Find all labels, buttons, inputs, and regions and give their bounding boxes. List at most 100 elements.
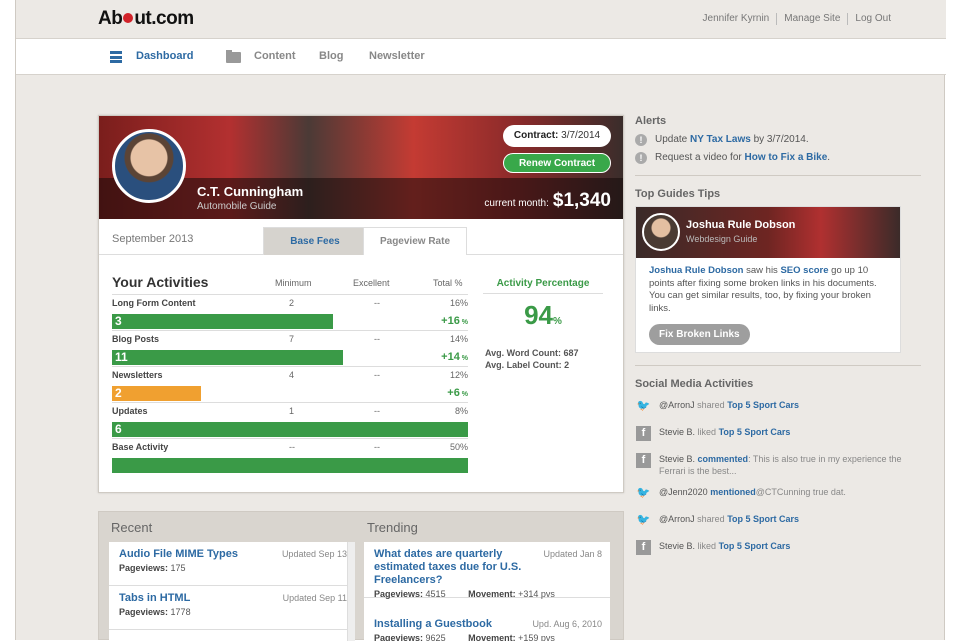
activity-total: 14% [449,334,468,344]
social-title: Social Media Activities [635,378,754,390]
social-target-link[interactable]: Top 5 Sport Cars [719,427,791,437]
list-item[interactable]: Installing a Guestbook Upd. Aug 6, 2010 … [364,612,610,641]
nav-newsletter[interactable]: Newsletter [369,50,425,62]
activity-minimum: 2 [289,298,295,308]
renew-contract-button[interactable]: Renew Contract [503,153,611,173]
activity-excellent: -- [374,370,380,380]
alert-link[interactable]: How to Fix a Bike [745,152,828,163]
social-target-link[interactable]: mentioned [710,487,756,497]
nav-blog[interactable]: Blog [319,50,343,62]
activity-delta: +14 % [441,351,468,363]
activity-delta: +6 % [447,387,468,399]
profile-card: C.T. Cunningham Automobile Guide Contrac… [98,115,624,493]
item-date: Updated Jan 8 [543,549,602,559]
avg-word-count: Avg. Word Count: 687 [485,348,579,358]
activity-excellent: -- [374,406,380,416]
facebook-icon: f [636,426,651,441]
social-target-link[interactable]: Top 5 Sport Cars [719,541,791,551]
social-user: @ArronJ [659,400,695,410]
twitter-icon: 🐦 [636,514,651,526]
tips-title: Top Guides Tips [635,188,721,200]
activity-minimum: 7 [289,334,295,344]
contract-label: Contract: [513,130,559,141]
percentage-title: Activity Percentage [483,278,603,294]
col-minimum: Minimum [275,278,312,288]
profile-role: Automobile Guide [197,201,277,212]
tab-pageview-rate[interactable]: Pageview Rate [363,227,467,255]
tip-body: Joshua Rule Dobson saw his SEO score go … [649,265,894,315]
activity-delta: +16 % [441,315,468,327]
recent-scrollbar[interactable] [347,542,355,641]
trending-list[interactable]: What dates are quarterly estimated taxes… [364,542,610,641]
social-user: @Jenn2020 [659,487,708,497]
fix-broken-links-button[interactable]: Fix Broken Links [649,324,750,345]
nav-content[interactable]: Content [254,50,296,62]
social-target-link[interactable]: Top 5 Sport Cars [727,400,799,410]
social-target-link[interactable]: commented [698,454,749,464]
recent-trending-panel: Recent Trending Audio File MIME Types Up… [98,511,624,641]
social-action: liked [697,541,717,551]
pageviews-label: Pageviews: [119,563,169,573]
percentage-unit: % [553,316,562,327]
item-date: Upd. Aug 6, 2010 [532,619,602,629]
activity-percentage: Activity Percentage 94% [483,278,603,331]
log-out-link[interactable]: Log Out [847,13,898,25]
social-user: Stevie B. [659,454,696,464]
social-item: f Stevie B. liked Top 5 Sport Cars [635,426,921,444]
activity-row: Updates 1 -- 8% 6 [112,402,468,438]
divider [635,365,921,366]
list-item[interactable]: What dates are quarterly estimated taxes… [364,542,610,599]
item-title[interactable]: What dates are quarterly estimated taxes… [374,548,524,587]
item-meta: Pageviews: 1778 [119,607,345,617]
tab-base-fees[interactable]: Base Fees [263,227,367,255]
activity-label: Long Form Content [112,298,196,308]
social-action: shared [697,514,725,524]
dashboard-icon[interactable] [110,51,122,63]
twitter-icon: 🐦 [636,400,651,412]
list-item[interactable]: Tabs in HTML Updated Sep 11 Pageviews: 1… [109,586,355,630]
delta-value: +14 [441,351,460,363]
tip-guide-link[interactable]: Joshua Rule Dobson [649,265,743,276]
percentage-value: 94% [483,300,603,331]
item-date: Updated Sep 11 [282,593,347,603]
avatar [112,129,186,203]
activity-excellent: -- [374,442,380,452]
social-user: @ArronJ [659,514,695,524]
about-logo[interactable]: Ab ut.com [98,8,194,30]
contract-badge: Contract: 3/7/2014 [503,125,611,147]
folder-icon[interactable] [226,50,241,63]
activity-total: 8% [454,406,468,416]
recent-list[interactable]: Audio File MIME Types Updated Sep 13 Pag… [109,542,355,641]
top-links: Jennifer Kyrnin Manage Site Log Out [696,13,898,25]
col-excellent: Excellent [353,278,390,288]
col-total: Total % [433,278,463,288]
social-item: f Stevie B. commented: This is also true … [635,453,921,477]
alert-link[interactable]: NY Tax Laws [690,134,751,145]
delta-value: +6 [447,387,460,399]
activity-row: Newsletters 4 -- 12% 2 +6 % [112,366,468,402]
social-target-link[interactable]: Top 5 Sport Cars [727,514,799,524]
nav-dashboard[interactable]: Dashboard [136,50,193,62]
delta-unit: % [459,355,468,362]
activity-minimum: 4 [289,370,295,380]
user-name-link[interactable]: Jennifer Kyrnin [696,13,777,25]
facebook-icon: f [636,540,651,555]
current-month: current month: $1,340 [484,190,611,212]
social-user: Stevie B. [659,427,696,437]
pageviews-label: Pageviews: [374,589,424,599]
rate-tabs: September 2013 Base Fees Pageview Rate [99,219,623,255]
manage-site-link[interactable]: Manage Site [776,13,847,25]
activity-row: Long Form Content 2 -- 16% 3 +16 % [112,294,468,330]
list-item[interactable]: Audio File MIME Types Updated Sep 13 Pag… [109,542,355,586]
social-extra: : This is also true in my experience the… [659,454,902,476]
delta-unit: % [459,319,468,326]
top-bar: Ab ut.com Jennifer Kyrnin Manage Site Log… [16,0,946,38]
alert-text: Request a video for [655,152,742,163]
percentage-number: 94 [524,300,553,330]
movement-label: Movement: [468,589,516,599]
item-date: Updated Sep 13 [281,549,347,559]
tip-name: Joshua Rule Dobson [686,219,796,231]
activity-progress-bar [112,458,468,473]
social-item: 🐦 @ArronJ shared Top 5 Sport Cars [635,399,921,417]
seo-score-link[interactable]: SEO score [780,265,828,276]
